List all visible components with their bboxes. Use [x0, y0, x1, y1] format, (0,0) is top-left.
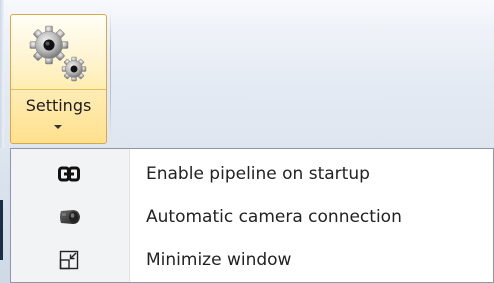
ribbon-edge	[0, 0, 4, 148]
menu-item-icon-slot	[11, 196, 129, 238]
chevron-down-icon[interactable]	[54, 125, 62, 129]
ribbon-group-separator	[110, 10, 111, 138]
menu-item-label: Automatic camera connection	[146, 207, 402, 227]
menu-item-label: Enable pipeline on startup	[146, 164, 370, 184]
settings-dropdown-menu: Enable pipeline on startup Automatic cam…	[10, 148, 494, 283]
settings-button[interactable]: Settings	[10, 14, 107, 144]
menu-item-label: Minimize window	[146, 250, 292, 270]
minimize-window-icon	[59, 250, 79, 270]
settings-button-label: Settings	[25, 96, 92, 115]
settings-button-main[interactable]	[11, 15, 106, 90]
background-strip	[0, 148, 10, 283]
menu-item-icon-slot	[11, 239, 129, 281]
menu-item-automatic-camera-connection[interactable]: Automatic camera connection	[11, 196, 493, 238]
menu-item-minimize-window[interactable]: Minimize window	[11, 239, 493, 281]
gears-icon	[29, 25, 87, 82]
camera-icon	[60, 210, 80, 224]
ribbon: Settings	[0, 0, 494, 149]
app-window: Settings Enable pipeline on startup Auto…	[0, 0, 494, 283]
link-icon	[58, 166, 80, 182]
background-window-edge	[0, 200, 3, 260]
menu-item-enable-pipeline[interactable]: Enable pipeline on startup	[11, 153, 493, 195]
menu-item-icon-slot	[11, 153, 129, 195]
